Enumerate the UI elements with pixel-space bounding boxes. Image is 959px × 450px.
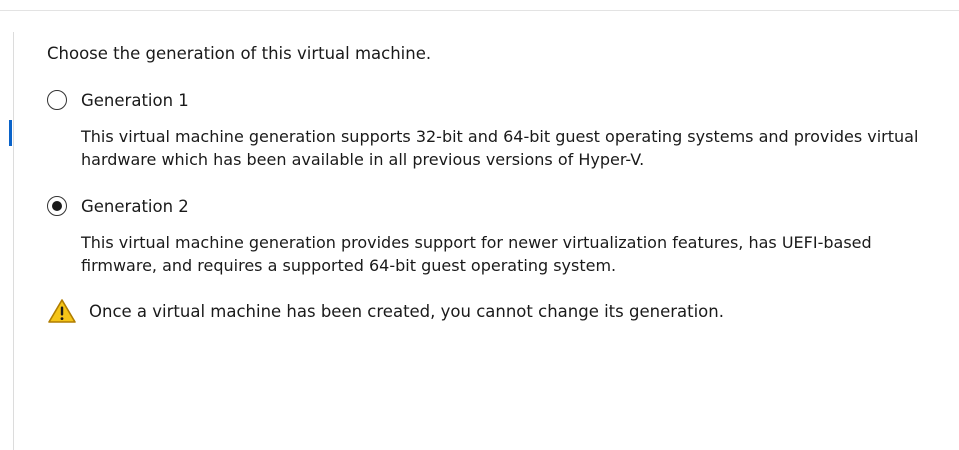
generation-2-description: This virtual machine generation provides… [81,233,872,275]
generation-2-label[interactable]: Generation 2 [81,197,189,216]
generation-2-radio[interactable] [47,196,67,216]
nav-pane-divider [13,32,14,450]
generation-1-radio[interactable] [47,90,67,110]
nav-selection-indicator [9,120,12,146]
page-prompt: Choose the generation of this virtual ma… [47,44,432,63]
generation-2-option[interactable]: Generation 2 [47,196,189,216]
generation-1-label[interactable]: Generation 1 [81,91,189,110]
generation-1-option[interactable]: Generation 1 [47,90,189,110]
wizard-page: Choose the generation of this virtual ma… [0,0,959,450]
warning-triangle-icon [48,299,76,323]
warning-text: Once a virtual machine has been created,… [89,301,724,321]
generation-1-description: This virtual machine generation supports… [81,127,919,169]
top-divider [0,10,959,11]
warning-message: Once a virtual machine has been created,… [47,298,724,324]
